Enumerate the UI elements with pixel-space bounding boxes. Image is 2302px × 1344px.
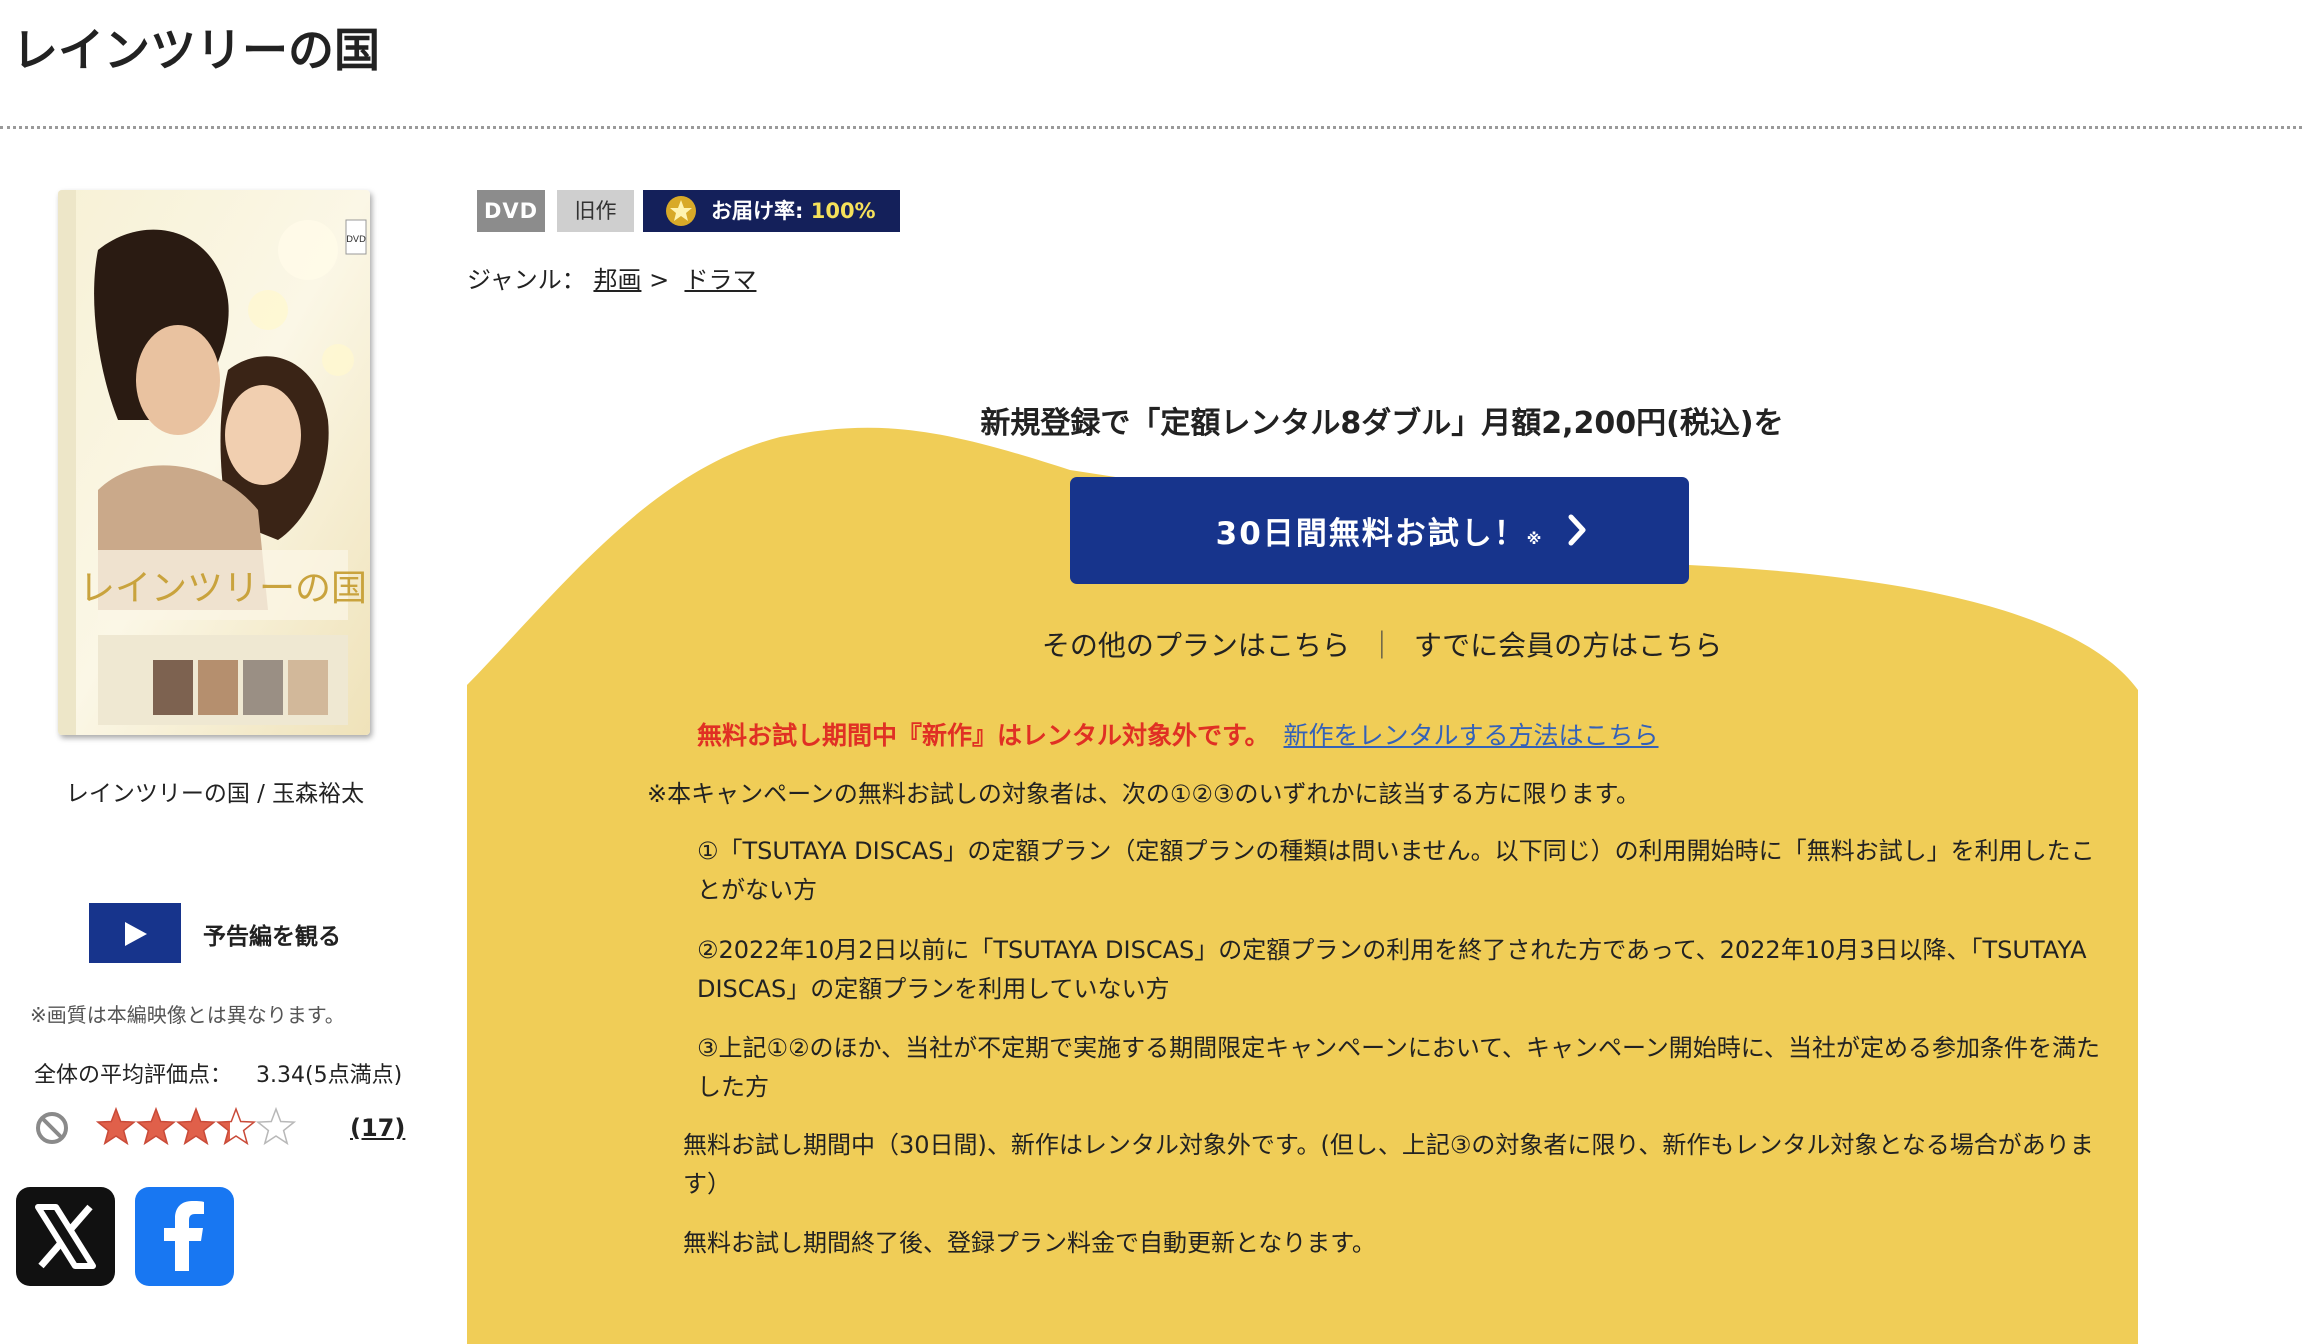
title-divider	[0, 126, 2302, 129]
average-rating-value: 3.34(5点満点)	[256, 1063, 403, 1088]
member-login-link[interactable]: すでに会員の方はこちら	[1414, 629, 1722, 662]
chevron-right-icon	[1568, 514, 1586, 546]
eligibility-condition-3: ③上記①②のほか、当社が不定期で実施する期間限定キャンペーンにおいて、キャンペー…	[697, 1034, 2101, 1101]
facebook-share-button[interactable]	[135, 1187, 234, 1286]
new-release-howto-link[interactable]: 新作をレンタルする方法はこちら	[1284, 721, 1659, 750]
genre-label: ジャンル：	[467, 266, 586, 294]
rating-star-5	[255, 1106, 297, 1146]
new-release-alert-text: 無料お試し期間中『新作』はレンタル対象外です。	[697, 721, 1270, 750]
star-badge-icon	[666, 196, 696, 226]
rating-star-1	[96, 1106, 137, 1146]
eligibility-condition-1: ①「TSUTAYA DISCAS」の定額プラン（定額プランの種類は問いません。以…	[697, 837, 2095, 904]
rating-star-2	[135, 1106, 177, 1146]
product-caption: レインツリーの国 / 玉森裕太	[65, 781, 365, 807]
free-trial-mark: ※	[1526, 530, 1544, 548]
delivery-rate-badge: お届け率: 100%	[643, 190, 900, 232]
rating-star-4	[215, 1106, 257, 1146]
free-trial-button[interactable]: 30日間無料お試し！※	[1070, 477, 1689, 584]
genre-link-drama[interactable]: ドラマ	[684, 266, 756, 294]
x-logo-icon	[35, 1204, 96, 1269]
genre-breadcrumb: ジャンル： 邦画 > ドラマ	[467, 260, 756, 295]
rating-stars	[96, 1106, 297, 1146]
format-tag: DVD	[477, 190, 545, 232]
image-quality-note: ※画質は本編映像とは異なります。	[30, 1003, 345, 1027]
trial-period-note: 無料お試し期間中（30日間)、新作はレンタル対象外です。(但し、上記③の対象者に…	[683, 1131, 2094, 1198]
prohibited-icon[interactable]	[34, 1110, 70, 1146]
eligibility-condition-2: ②2022年10月2日以前に「TSUTAYA DISCAS」の定額プランの利用を…	[697, 936, 2087, 1003]
category-tag: 旧作	[557, 190, 634, 232]
delivery-rate-value: 100%	[810, 199, 876, 223]
auto-renew-note: 無料お試し期間終了後、登録プラン料金で自動更新となります。	[683, 1229, 1376, 1257]
plan-links-divider: ｜	[1367, 629, 1396, 662]
promo-heading: 新規登録で「定額レンタル8ダブル」月額2,200円(税込)を	[980, 406, 1784, 441]
review-count-link[interactable]: (17)	[350, 1114, 405, 1142]
plan-links: その他のプランはこちら ｜ すでに会員の方はこちら	[467, 624, 2297, 664]
play-icon	[125, 922, 147, 946]
new-release-alert: 無料お試し期間中『新作』はレンタル対象外です。 新作をレンタルする方法はこちら	[697, 716, 1659, 752]
average-rating-label: 全体の平均評価点：	[34, 1063, 233, 1088]
trailer-play-button[interactable]	[89, 903, 181, 963]
other-plans-link[interactable]: その他のプランはこちら	[1042, 629, 1350, 662]
rating-star-3	[175, 1106, 217, 1146]
campaign-eligibility-note: ※本キャンペーンの無料お試しの対象者は、次の①②③のいずれかに該当する方に限りま…	[647, 780, 1641, 808]
x-share-button[interactable]	[16, 1187, 115, 1286]
genre-separator: >	[649, 266, 670, 294]
facebook-logo-icon	[164, 1201, 204, 1271]
genre-link-hougai[interactable]: 邦画	[593, 266, 641, 294]
dvd-cover-image[interactable]: レインツリーの国 DVD	[58, 190, 370, 735]
page-title: レインツリーの国	[12, 23, 380, 77]
svg-text:DVD: DVD	[346, 235, 366, 245]
free-trial-label: 30日間無料お試し！	[1215, 516, 1527, 552]
trailer-label[interactable]: 予告編を観る	[203, 917, 341, 951]
delivery-rate-label: お届け率:	[711, 199, 804, 223]
cover-title-text: レインツリーの国	[79, 568, 367, 609]
